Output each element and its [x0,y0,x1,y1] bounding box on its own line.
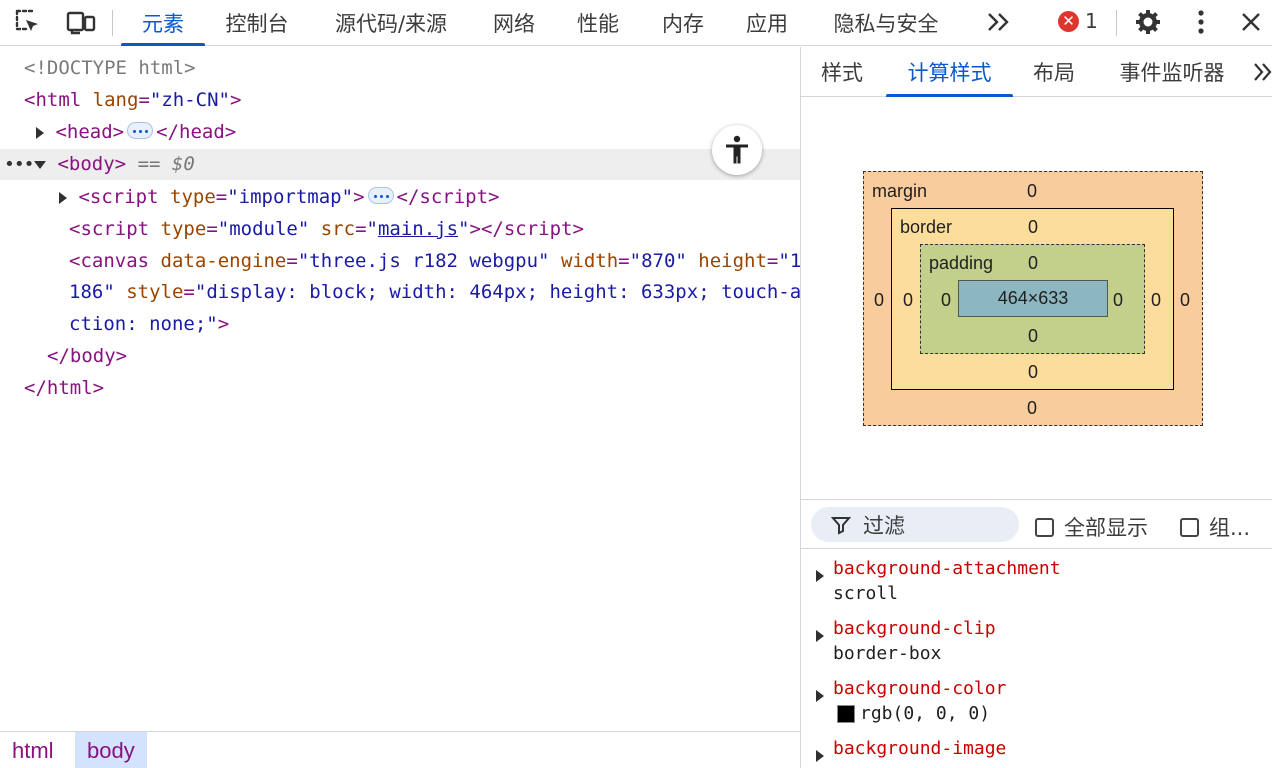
breadcrumb-html[interactable]: html [0,732,66,768]
dom-tree-panel: <!DOCTYPE html> <html lang="zh-CN"> <hea… [0,47,802,731]
tab-elements[interactable]: 元素 [121,0,205,46]
margin-right-value[interactable]: 0 [1180,291,1190,309]
tab-network[interactable]: 网络 [480,0,548,46]
padding-bottom-value[interactable]: 0 [1028,327,1038,345]
dom-node-canvas[interactable]: <canvas data-engine="three.js r182 webgp… [69,246,801,277]
dom-node-script-module[interactable]: <script type="module" src="main.js"></sc… [69,214,584,245]
error-count: 1 [1085,9,1098,33]
padding-top-value[interactable]: 0 [1028,254,1038,272]
close-icon[interactable] [1236,8,1266,36]
margin-left-value[interactable]: 0 [874,291,884,309]
expand-triangle-icon[interactable] [816,750,824,762]
error-counter[interactable]: ✕ 1 [1058,9,1098,33]
error-icon: ✕ [1058,10,1079,32]
dom-node-html-close[interactable]: </html> [24,373,104,404]
content-size: 464×633 [997,288,1069,308]
expand-triangle-icon[interactable] [816,570,824,582]
border-left-value[interactable]: 0 [903,291,913,309]
tab-console[interactable]: 控制台 [212,0,302,46]
toolbar-separator [112,10,113,36]
inspect-element-icon[interactable] [13,8,43,36]
dom-node-canvas-wrap-1: 186" style="display: block; width: 464px… [69,281,802,303]
toolbar-separator [1116,10,1117,36]
device-toolbar-icon[interactable] [66,8,96,36]
tab-computed[interactable]: 计算样式 [886,47,1013,97]
computed-property-row[interactable]: background-attachment scroll [801,550,1272,610]
tab-memory[interactable]: 内存 [649,0,717,46]
selected-marker: == $0 [137,153,195,175]
color-swatch[interactable] [837,704,855,723]
filter-placeholder: 过滤 [863,513,905,538]
padding-label: padding [929,253,994,273]
computed-property-row[interactable]: background-clip border-box [801,610,1272,670]
styles-panel-tabs: 样式 计算样式 布局 事件监听器 [801,47,1272,97]
tab-performance[interactable]: 性能 [564,0,632,46]
dom-node-body-close[interactable]: </body> [47,341,127,372]
dom-node-head[interactable]: <head> </head> [36,117,236,148]
kebab-menu-icon[interactable] [1186,8,1216,36]
margin-label: margin [872,181,928,201]
padding-right-value[interactable]: 0 [1113,291,1123,309]
breadcrumb: html body [0,731,800,768]
checkbox-icon[interactable] [1035,517,1054,537]
box-model-content[interactable]: 464×633 [958,280,1108,317]
tab-styles[interactable]: 样式 [807,47,877,97]
dom-node-body-selected[interactable]: ••• <body> == $0 [0,149,800,180]
tab-event-listeners[interactable]: 事件监听器 [1103,47,1241,97]
more-tabs-icon[interactable] [984,8,1014,36]
border-bottom-value[interactable]: 0 [1028,363,1038,381]
checkbox-icon[interactable] [1180,517,1199,537]
tab-layout[interactable]: 布局 [1021,47,1087,97]
tab-privacy-security[interactable]: 隐私与安全 [818,0,954,46]
computed-filter-bar: 过滤 全部显示 组... [801,499,1272,549]
expand-triangle-icon[interactable] [36,126,44,139]
computed-property-row[interactable]: background-image [801,730,1272,768]
group-checkbox[interactable]: 组... [1180,512,1250,542]
accessibility-person-icon [726,135,748,164]
show-all-checkbox[interactable]: 全部显示 [1035,512,1148,542]
expand-triangle-icon[interactable] [816,690,824,702]
dom-node-script-importmap[interactable]: <script type="importmap"> </script> [59,182,500,213]
padding-left-value[interactable]: 0 [941,291,951,309]
border-label: border [900,217,953,237]
accessibility-tree-button[interactable] [712,125,762,175]
collapse-triangle-icon[interactable] [34,160,46,169]
settings-gear-icon[interactable] [1133,8,1163,36]
expand-triangle-icon[interactable] [59,191,67,204]
expand-triangle-icon[interactable] [816,630,824,642]
margin-bottom-value[interactable]: 0 [1027,399,1037,417]
more-panel-tabs-icon[interactable] [1253,62,1272,86]
dom-node-canvas-wrap-2: ction: none;"> [69,313,230,335]
collapsed-ellipsis-icon[interactable] [367,187,394,204]
dom-node-doctype[interactable]: <!DOCTYPE html> [24,53,196,84]
computed-property-row[interactable]: background-color rgb(0, 0, 0) [801,670,1272,730]
script-src-link[interactable]: main.js [378,218,458,240]
tab-application[interactable]: 应用 [733,0,801,46]
breadcrumb-body[interactable]: body [75,732,147,768]
margin-top-value[interactable]: 0 [1027,182,1037,200]
more-actions-dots-icon[interactable]: ••• [4,149,34,180]
dom-node-html[interactable]: <html lang="zh-CN"> [24,85,241,116]
border-right-value[interactable]: 0 [1151,291,1161,309]
border-top-value[interactable]: 0 [1028,218,1038,236]
filter-funnel-icon [831,516,851,535]
tab-sources[interactable]: 源代码/来源 [318,0,464,46]
devtools-toolbar: 元素 控制台 源代码/来源 网络 性能 内存 应用 隐私与安全 ✕ 1 [0,0,1272,46]
filter-input[interactable]: 过滤 [811,507,1019,542]
collapsed-ellipsis-icon[interactable] [127,122,154,139]
